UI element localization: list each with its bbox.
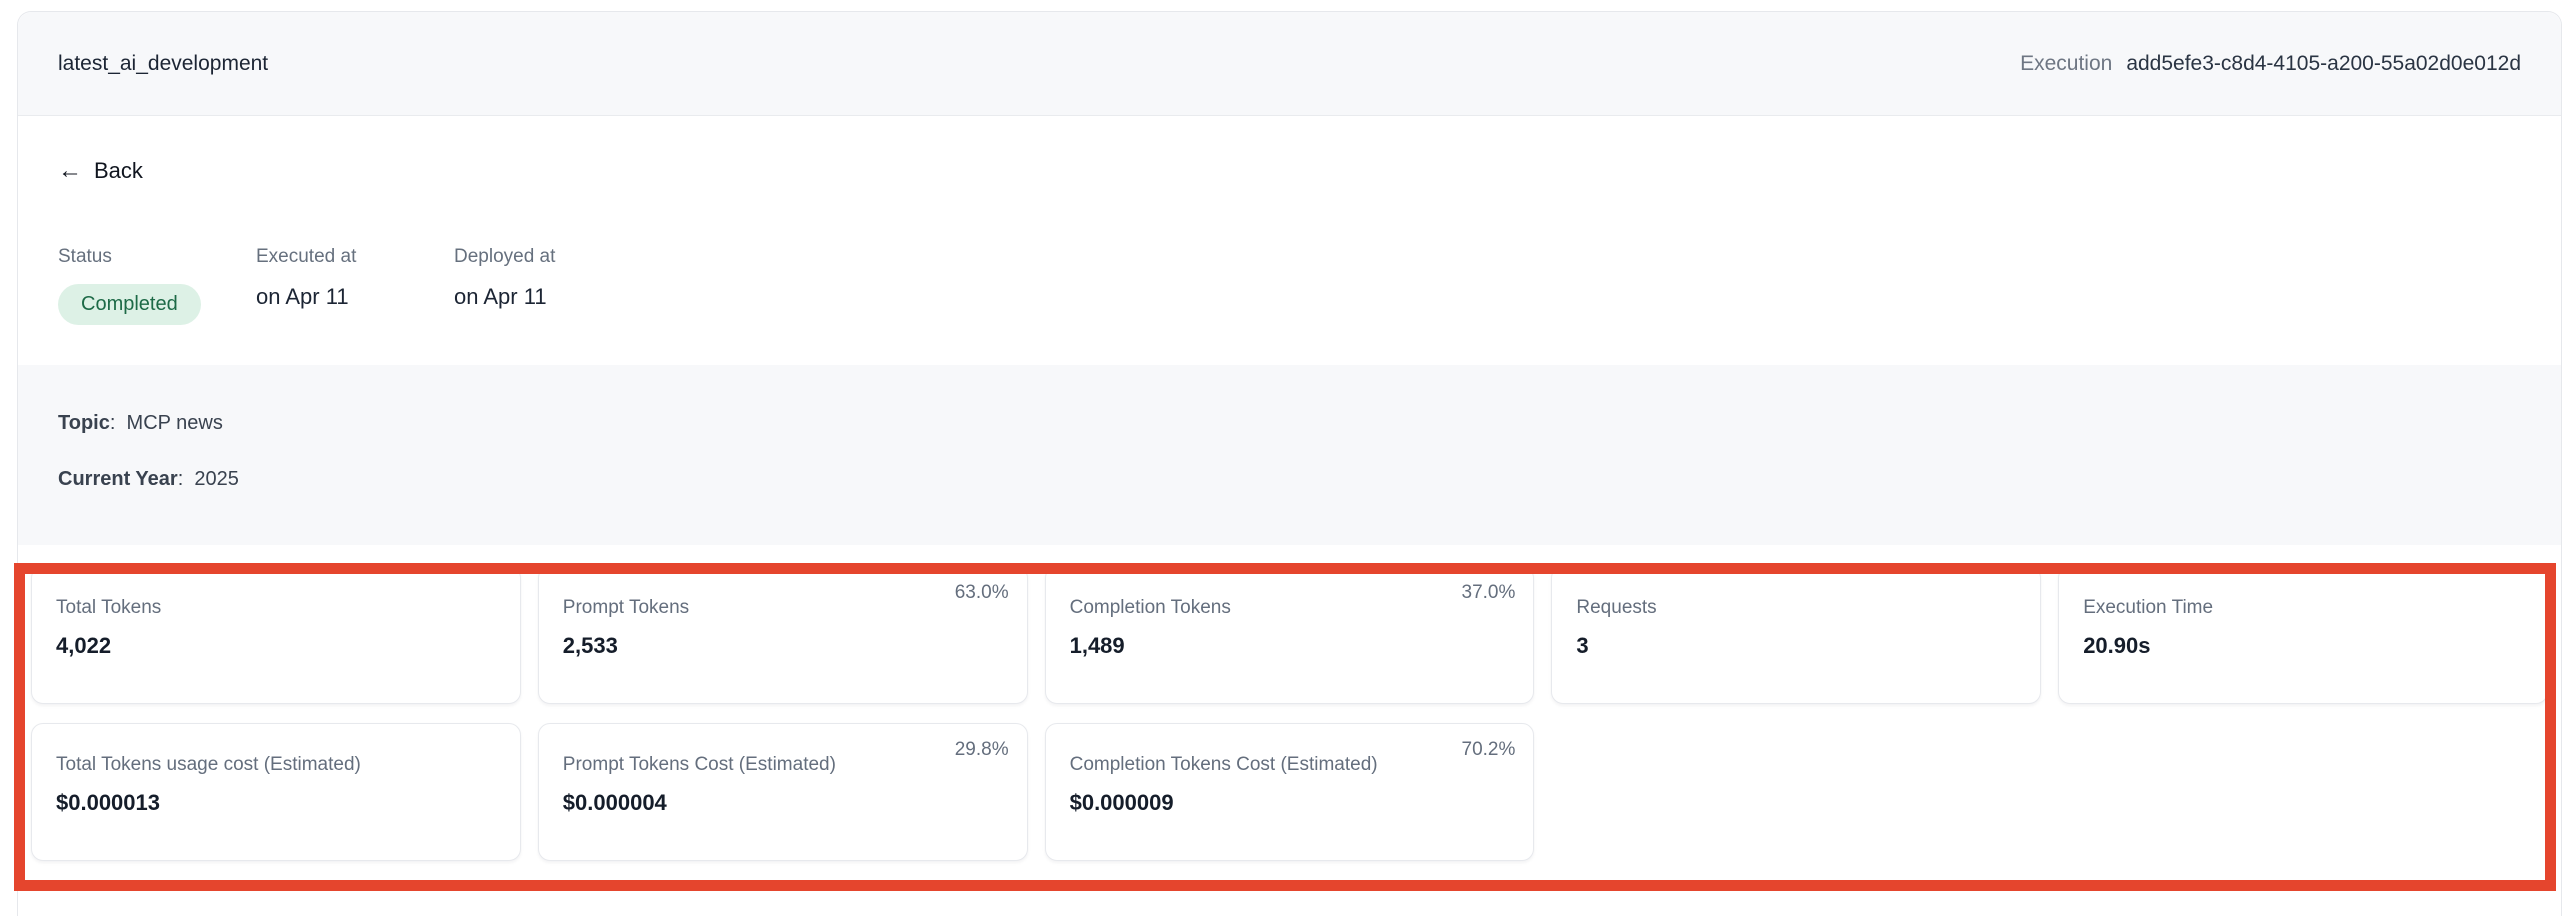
metric-label: Execution Time [2083, 597, 2523, 619]
metric-card-execution-time: Execution Time 20.90s [2058, 566, 2548, 704]
metric-value: 2,533 [563, 633, 1003, 659]
metric-label: Total Tokens [56, 597, 496, 619]
executed-at-label: Executed at [256, 246, 406, 268]
input-current-year-line: Current Year: 2025 [58, 465, 2521, 493]
executed-at-value: on Apr 11 [256, 284, 406, 310]
metric-value: $0.000009 [1070, 790, 1510, 816]
metric-value: 20.90s [2083, 633, 2523, 659]
back-label: Back [94, 158, 143, 184]
metric-card-total-tokens-cost: Total Tokens usage cost (Estimated) $0.0… [31, 723, 521, 861]
metric-value: 4,022 [56, 633, 496, 659]
crew-name-title: latest_ai_development [58, 52, 268, 76]
metric-value: 3 [1576, 633, 2016, 659]
metric-value: 1,489 [1070, 633, 1510, 659]
execution-detail-panel: latest_ai_development Execution add5efe3… [17, 11, 2562, 916]
execution-label: Execution [2020, 52, 2112, 76]
metric-label: Prompt Tokens Cost (Estimated) [563, 754, 1003, 776]
deployed-at-column: Deployed at on Apr 11 [454, 246, 604, 325]
execution-id-group: Execution add5efe3-c8d4-4105-a200-55a02d… [2020, 52, 2521, 76]
panel-header: latest_ai_development Execution add5efe3… [18, 12, 2561, 116]
metric-label: Requests [1576, 597, 2016, 619]
input-topic-separator: : [110, 412, 116, 434]
back-arrow-icon: ← [58, 159, 82, 183]
metric-card-prompt-tokens: 63.0% Prompt Tokens 2,533 [538, 566, 1028, 704]
metric-label: Completion Tokens [1070, 597, 1510, 619]
input-current-year-value: 2025 [194, 468, 239, 490]
metric-percent: 29.8% [955, 739, 1009, 761]
deployed-at-value: on Apr 11 [454, 284, 604, 310]
status-column: Status Completed [58, 246, 208, 325]
metric-percent: 37.0% [1462, 582, 1516, 604]
metric-card-requests: Requests 3 [1551, 566, 2041, 704]
input-topic-line: Topic: MCP news [58, 409, 2521, 437]
status-label: Status [58, 246, 208, 268]
metric-label: Completion Tokens Cost (Estimated) [1070, 754, 1510, 776]
status-badge: Completed [58, 284, 201, 325]
input-current-year-separator: : [178, 468, 184, 490]
input-topic-value: MCP news [127, 412, 223, 434]
metrics-section: Total Tokens 4,022 63.0% Prompt Tokens 2… [18, 545, 2561, 875]
metrics-grid: Total Tokens 4,022 63.0% Prompt Tokens 2… [31, 566, 2548, 861]
input-topic-label: Topic [58, 412, 110, 434]
execution-summary-section: ← Back Status Completed Executed at on A… [18, 116, 2561, 365]
metric-percent: 63.0% [955, 582, 1009, 604]
metric-card-total-tokens: Total Tokens 4,022 [31, 566, 521, 704]
executed-at-column: Executed at on Apr 11 [256, 246, 406, 325]
input-current-year-label: Current Year [58, 468, 178, 490]
metric-label: Total Tokens usage cost (Estimated) [56, 754, 496, 776]
metric-card-prompt-tokens-cost: 29.8% Prompt Tokens Cost (Estimated) $0.… [538, 723, 1028, 861]
execution-id-value: add5efe3-c8d4-4105-a200-55a02d0e012d [2126, 52, 2521, 76]
metric-card-completion-tokens: 37.0% Completion Tokens 1,489 [1045, 566, 1535, 704]
metric-percent: 70.2% [1462, 739, 1516, 761]
metric-value: $0.000004 [563, 790, 1003, 816]
metric-value: $0.000013 [56, 790, 496, 816]
metric-card-completion-tokens-cost: 70.2% Completion Tokens Cost (Estimated)… [1045, 723, 1535, 861]
status-row: Status Completed Executed at on Apr 11 D… [58, 246, 2521, 365]
inputs-section: Topic: MCP news Current Year: 2025 [18, 365, 2561, 545]
back-button[interactable]: ← Back [58, 158, 143, 184]
deployed-at-label: Deployed at [454, 246, 604, 268]
metric-label: Prompt Tokens [563, 597, 1003, 619]
